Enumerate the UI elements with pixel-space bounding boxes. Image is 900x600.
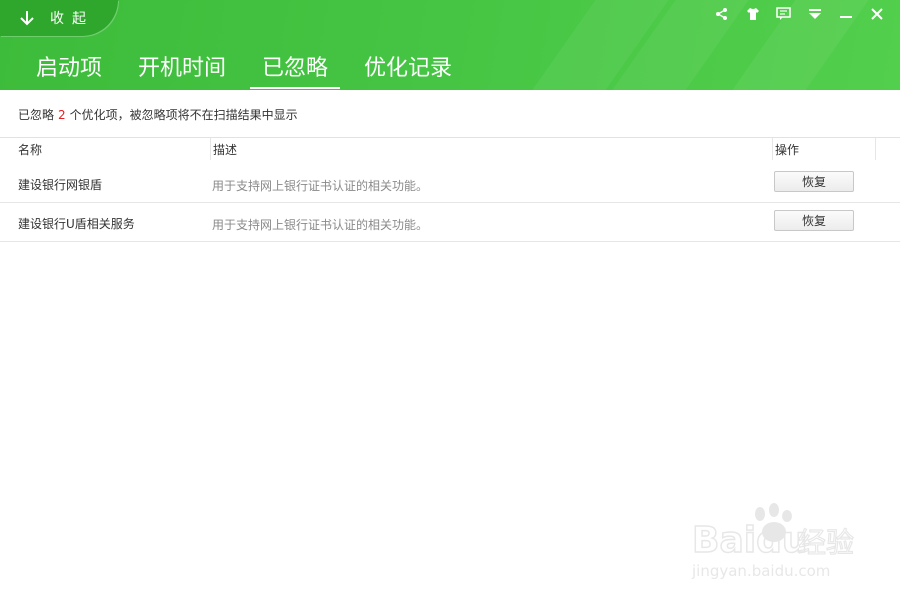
summary-suffix: 个优化项，被忽略项将不在扫描结果中显示	[69, 108, 298, 122]
column-divider	[210, 138, 211, 160]
table-row: 建设银行U盾相关服务 用于支持网上银行证书认证的相关功能。 恢复	[0, 201, 900, 242]
close-icon[interactable]	[861, 3, 892, 25]
collapse-button[interactable]: 收起	[0, 0, 118, 36]
watermark-url: jingyan.baidu.com	[691, 562, 830, 580]
ignored-summary: 已忽略 2 个优化项，被忽略项将不在扫描结果中显示	[18, 106, 298, 123]
window-controls	[706, 3, 892, 25]
skin-icon[interactable]	[737, 3, 768, 25]
feedback-icon[interactable]	[768, 3, 799, 25]
column-divider	[772, 138, 773, 160]
tab-boot-time[interactable]: 开机时间	[126, 46, 238, 86]
item-name: 建设银行U盾相关服务	[18, 217, 135, 231]
column-header-name: 名称	[18, 143, 43, 157]
menu-icon[interactable]	[799, 3, 830, 25]
summary-prefix: 已忽略	[18, 108, 55, 122]
column-divider	[875, 138, 876, 160]
baidu-jingyan-watermark: Baidu 经验 jingyan.baidu.com	[691, 503, 855, 580]
collapse-label: 收起	[50, 11, 94, 27]
table-row: 建设银行网银盾 用于支持网上银行证书认证的相关功能。 恢复	[0, 162, 900, 203]
arrow-down-icon	[20, 11, 34, 26]
column-header-action: 操作	[775, 143, 800, 157]
main-tabs: 启动项 开机时间 已忽略 优化记录	[24, 46, 476, 89]
tab-startup[interactable]: 启动项	[24, 46, 114, 86]
watermark-brand: Baidu	[692, 520, 807, 561]
item-name: 建设银行网银盾	[18, 178, 103, 192]
share-icon[interactable]	[706, 3, 737, 25]
tab-optimize-history[interactable]: 优化记录	[352, 46, 464, 86]
ignored-count: 2	[58, 108, 66, 122]
header-bar: 收起 启动项 开机时间 已忽略 优化记录	[0, 0, 900, 90]
column-header-description: 描述	[213, 143, 238, 157]
item-description: 用于支持网上银行证书认证的相关功能。	[212, 218, 429, 232]
item-description: 用于支持网上银行证书认证的相关功能。	[212, 179, 429, 193]
minimize-icon[interactable]	[830, 3, 861, 25]
table-header: 名称 描述 操作	[0, 137, 900, 160]
restore-button[interactable]: 恢复	[774, 171, 854, 192]
restore-button[interactable]: 恢复	[774, 210, 854, 231]
watermark-brand-cn: 经验	[798, 526, 854, 559]
tab-ignored[interactable]: 已忽略	[250, 46, 341, 89]
